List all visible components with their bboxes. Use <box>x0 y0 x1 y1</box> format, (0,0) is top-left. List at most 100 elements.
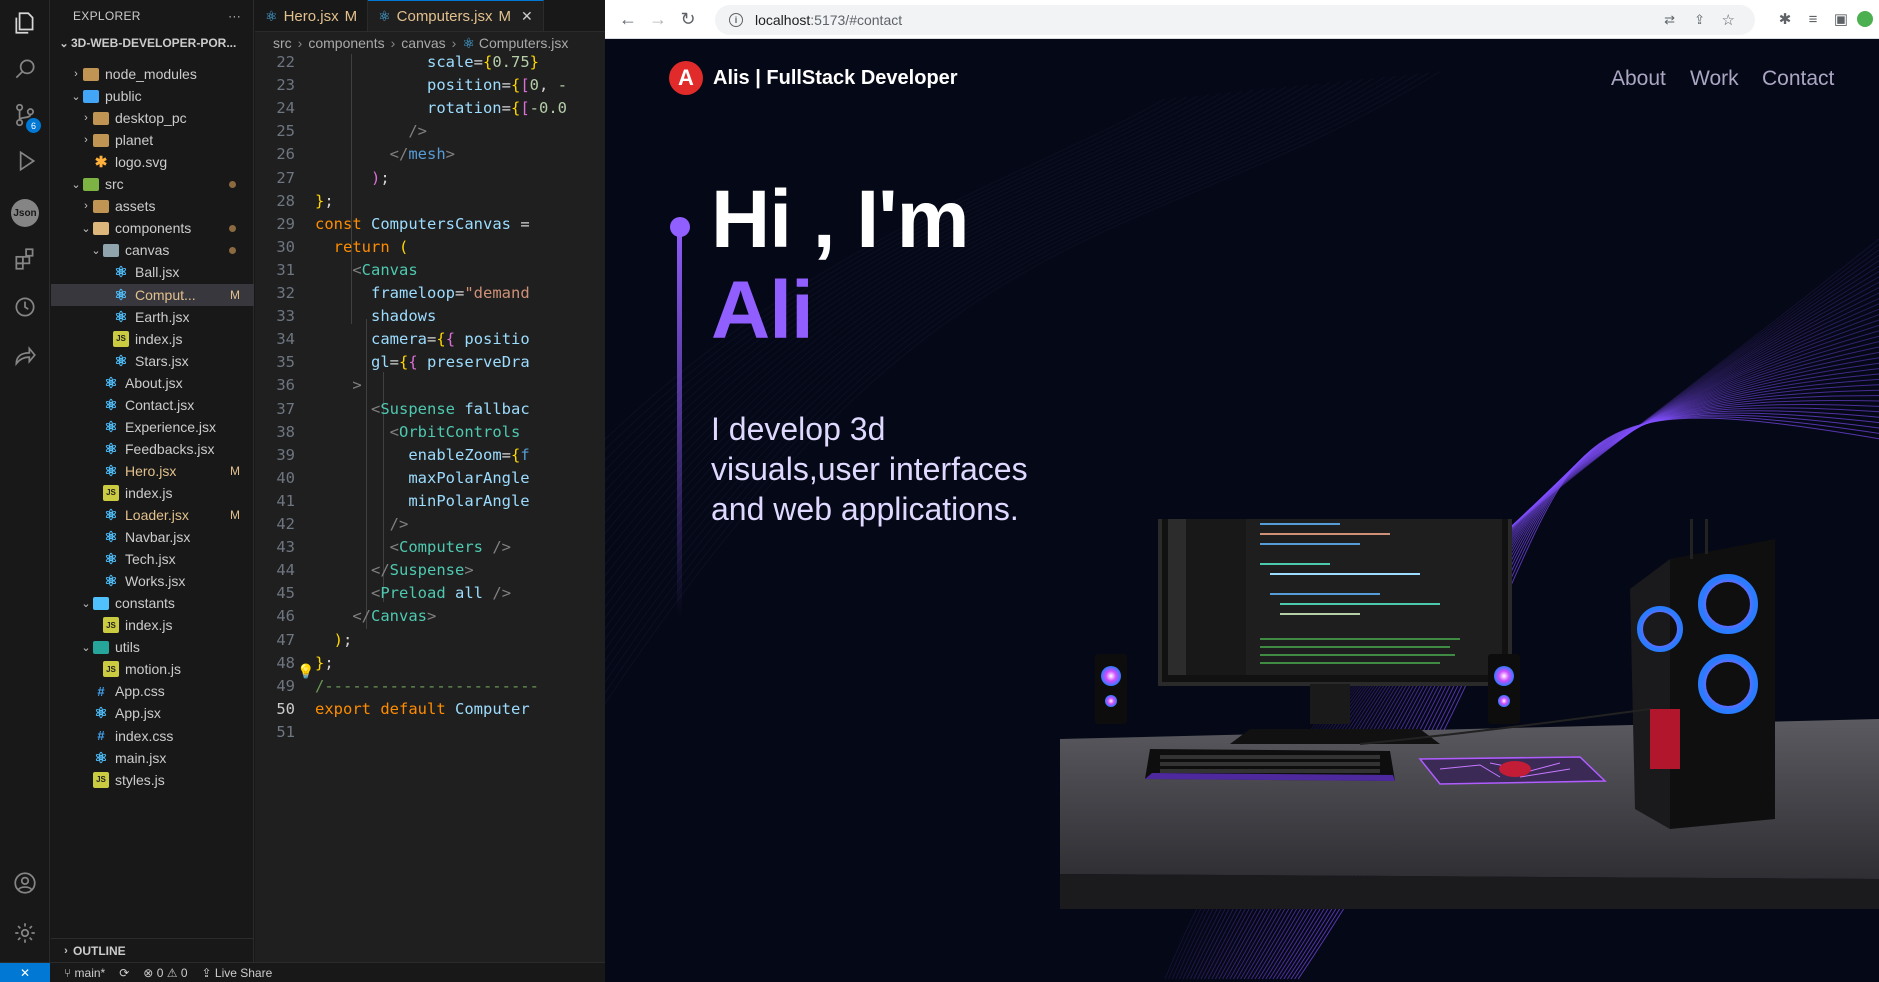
tree-item[interactable]: JS motion.js <box>51 658 254 680</box>
back-icon[interactable]: ← <box>613 4 643 34</box>
tree-item[interactable]: ⌄ public <box>51 85 254 107</box>
reload-icon[interactable]: ↻ <box>673 4 703 34</box>
code-line[interactable]: 41 minPolarAngle <box>255 490 605 513</box>
tree-item[interactable]: ⚛ Tech.jsx <box>51 548 254 570</box>
tree-item[interactable]: ⚛ Hero.jsx M <box>51 460 254 482</box>
code-line[interactable]: 29 const ComputersCanvas = <box>255 213 605 236</box>
search-icon[interactable] <box>0 46 50 92</box>
tab-hero-jsx[interactable]: ⚛ Hero.jsx M <box>255 0 369 31</box>
tree-item[interactable]: ⚛ App.jsx <box>51 702 254 724</box>
explorer-icon[interactable] <box>0 0 50 46</box>
site-info-icon[interactable]: i <box>729 13 743 27</box>
code-line[interactable]: 49 /----------------------- <box>255 675 605 698</box>
media-queue-icon[interactable]: ≡ <box>1803 9 1823 29</box>
code-line[interactable]: 28}; <box>255 190 605 213</box>
site-logo[interactable]: A <box>669 61 703 95</box>
code-line[interactable]: 45 <Preload all /> <box>255 582 605 605</box>
share-icon[interactable]: ⇪ <box>1694 12 1705 28</box>
tree-item[interactable]: ⚛ Stars.jsx <box>51 350 254 372</box>
branch-indicator[interactable]: ⑂ main* <box>64 966 105 980</box>
computer-3d-canvas[interactable] <box>1060 519 1879 982</box>
code-line[interactable]: 35 gl={{ preserveDra <box>255 351 605 374</box>
code-line[interactable]: 22 scale={0.75} <box>255 54 605 74</box>
nav-about[interactable]: About <box>1611 67 1666 91</box>
json-extension-icon[interactable]: Json <box>0 190 50 236</box>
code-line[interactable]: 51 <box>255 721 605 744</box>
code-line[interactable]: 34 camera={{ positio <box>255 328 605 351</box>
profile-avatar[interactable] <box>1855 9 1875 29</box>
code-editor[interactable]: ⚛ Hero.jsx M ⚛ Computers.jsx M ✕ src › co… <box>255 0 605 962</box>
tree-item[interactable]: ⌄ src <box>51 173 254 195</box>
code-line[interactable]: 47 ); <box>255 629 605 652</box>
code-line[interactable]: 32 frameloop="demand <box>255 282 605 305</box>
code-line[interactable]: 24 rotation={[-0.0 <box>255 97 605 120</box>
code-line[interactable]: 42 /> <box>255 513 605 536</box>
outline-section[interactable]: › OUTLINE <box>51 938 254 962</box>
tree-item[interactable]: ⌄ constants <box>51 592 254 614</box>
translate-icon[interactable]: ⇄ <box>1664 12 1675 28</box>
code-line[interactable]: 31 <Canvas <box>255 259 605 282</box>
run-debug-icon[interactable] <box>0 138 50 184</box>
nav-contact[interactable]: Contact <box>1762 67 1834 91</box>
tree-item[interactable]: ⚛ Experience.jsx <box>51 416 254 438</box>
tree-item[interactable]: › desktop_pc <box>51 107 254 129</box>
live-share-status[interactable]: ⇪ Live Share <box>202 966 273 980</box>
extensions-icon[interactable] <box>0 236 50 282</box>
source-control-icon[interactable]: 6 <box>0 92 50 138</box>
brand-title[interactable]: Alis | FullStack Developer <box>713 67 958 90</box>
code-line[interactable]: 44 </Suspense> <box>255 559 605 582</box>
tree-item[interactable]: ⚛ Feedbacks.jsx <box>51 438 254 460</box>
code-line[interactable]: 40 maxPolarAngle <box>255 467 605 490</box>
tree-item[interactable]: JS index.js <box>51 614 254 636</box>
live-share-icon[interactable] <box>0 332 50 378</box>
account-icon[interactable] <box>0 860 50 906</box>
breadcrumb-item[interactable]: canvas <box>401 35 445 51</box>
tree-item[interactable]: JS index.js <box>51 482 254 504</box>
breadcrumb-item[interactable]: Computers.jsx <box>479 35 568 51</box>
code-line[interactable]: 37 <Suspense fallbac <box>255 398 605 421</box>
tree-item[interactable]: ⚛ Navbar.jsx <box>51 526 254 548</box>
more-actions-icon[interactable]: ··· <box>228 9 241 23</box>
tree-item[interactable]: ⚛ Contact.jsx <box>51 394 254 416</box>
tree-item[interactable]: ⌄ components <box>51 217 254 239</box>
address-bar[interactable]: i localhost:5173/#contact ⇄ ⇪ ☆ <box>715 5 1755 35</box>
tree-item[interactable]: ⚛ Comput... M <box>51 283 254 306</box>
code-line[interactable]: 36 > <box>255 374 605 397</box>
code-line[interactable]: 50 export default Computer <box>255 698 605 721</box>
code-line[interactable]: 48}; <box>255 652 605 675</box>
code-line[interactable]: 39 enableZoom={f <box>255 444 605 467</box>
extensions-puzzle-icon[interactable]: ✱ <box>1775 9 1795 29</box>
code-line[interactable]: 23 position={[0, - <box>255 74 605 97</box>
close-tab-icon[interactable]: ✕ <box>521 8 533 25</box>
breadcrumb-item[interactable]: src <box>273 35 292 51</box>
tree-item[interactable]: ✱ logo.svg <box>51 151 254 173</box>
code-area[interactable]: 💡 22 scale={0.75} 23 position={[0, -24 ro… <box>255 54 605 962</box>
tree-item[interactable]: ⚛ Works.jsx <box>51 570 254 592</box>
problems-indicator[interactable]: ⊗ 0 ⚠ 0 <box>143 966 187 980</box>
project-root[interactable]: ⌄ 3D-WEB-DEVELOPER-POR... <box>51 32 253 54</box>
tree-item[interactable]: ⚛ Loader.jsx M <box>51 504 254 526</box>
code-line[interactable]: 46 </Canvas> <box>255 605 605 628</box>
code-line[interactable]: 43 <Computers /> <box>255 536 605 559</box>
tree-item[interactable]: # App.css <box>51 680 254 702</box>
code-line[interactable]: 26 </mesh> <box>255 143 605 166</box>
tree-item[interactable]: ⚛ About.jsx <box>51 372 254 394</box>
bookmark-star-icon[interactable]: ☆ <box>1722 11 1735 29</box>
tree-item[interactable]: # index.css <box>51 725 254 747</box>
side-panel-icon[interactable]: ▣ <box>1831 9 1851 29</box>
tree-item[interactable]: ⌄ canvas <box>51 239 254 261</box>
sync-icon[interactable]: ⟳ <box>119 966 129 980</box>
tree-item[interactable]: ⚛ main.jsx <box>51 747 254 769</box>
code-line[interactable]: 38 <OrbitControls <box>255 421 605 444</box>
code-line[interactable]: 30 return ( <box>255 236 605 259</box>
code-line[interactable]: 27 ); <box>255 167 605 190</box>
tree-item[interactable]: JS index.js <box>51 328 254 350</box>
forward-icon[interactable]: → <box>643 4 673 34</box>
breadcrumb-item[interactable]: components <box>308 35 384 51</box>
tree-item[interactable]: › node_modules <box>51 63 254 85</box>
tree-item[interactable]: › assets <box>51 195 254 217</box>
tab-computers-jsx[interactable]: ⚛ Computers.jsx M ✕ <box>368 0 544 31</box>
tree-item[interactable]: ⌄ utils <box>51 636 254 658</box>
tree-item[interactable]: ⚛ Earth.jsx <box>51 306 254 328</box>
code-line[interactable]: 33 shadows <box>255 305 605 328</box>
